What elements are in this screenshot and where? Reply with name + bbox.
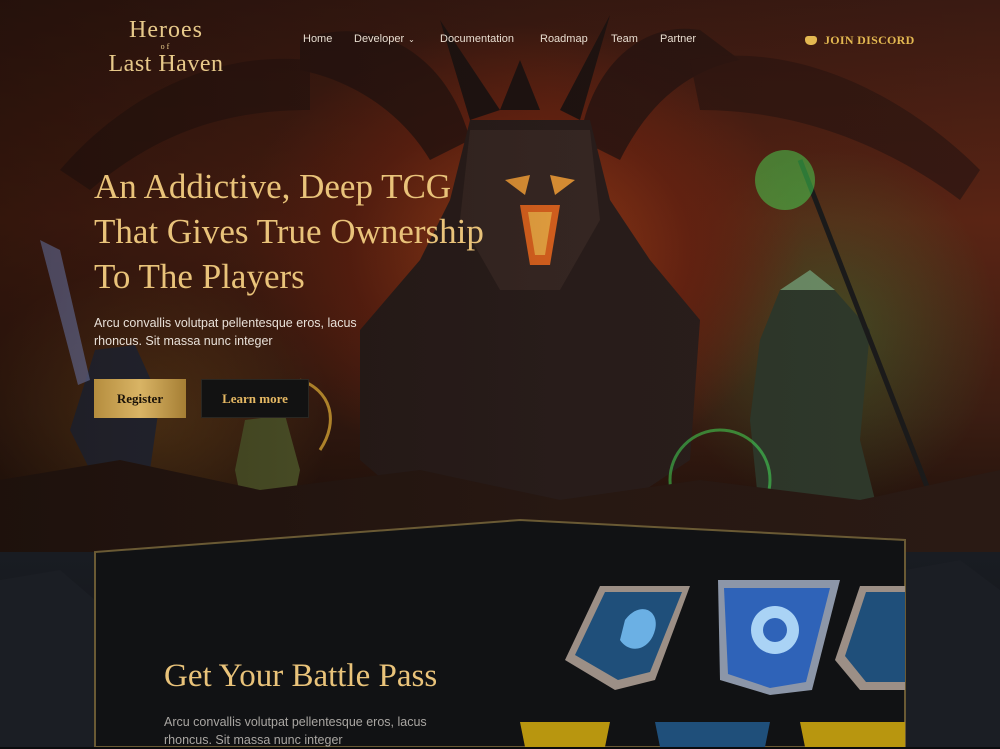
battle-pass-title: Get Your Battle Pass — [164, 658, 438, 694]
battle-pass-subtext: Arcu convallis volutpat pellentesque ero… — [164, 715, 427, 747]
battle-pass-panel — [0, 518, 1000, 747]
banner-row-bottom — [520, 722, 905, 747]
